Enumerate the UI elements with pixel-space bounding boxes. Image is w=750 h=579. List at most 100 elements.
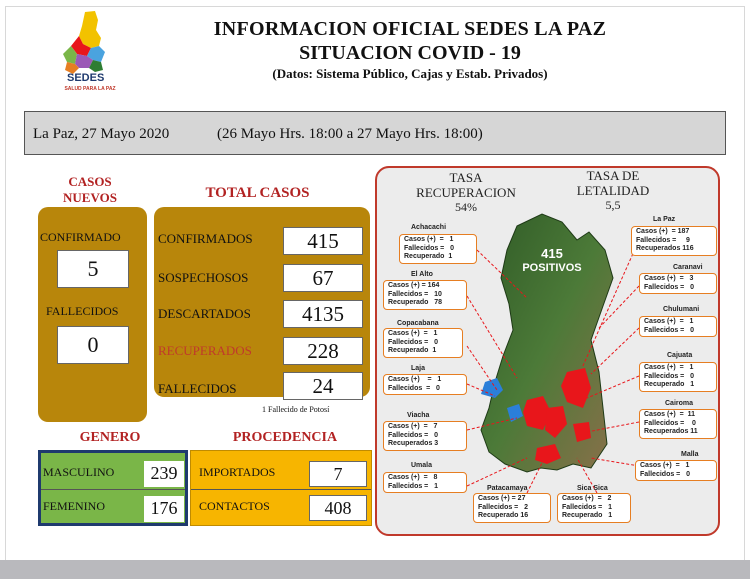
procedencia-panel: IMPORTADOS 7 CONTACTOS 408 — [190, 450, 372, 526]
region-sicasica-name: Sica Sica — [577, 485, 608, 492]
descartados-label: DESCARTADOS — [158, 306, 251, 321]
fallecidos-nuevos-value: 0 — [57, 326, 129, 364]
region-line: Recuperado 1 — [388, 347, 437, 354]
confirmados-label: CONFIRMADOS — [158, 231, 253, 246]
sospechosos-label: SOSPECHOSOS — [158, 270, 249, 285]
procedencia-divider — [191, 489, 371, 490]
region-line: Recuperados 11 — [644, 428, 698, 435]
confirmado-value: 5 — [57, 250, 129, 288]
region-line: Casos (+) = 8 — [388, 474, 438, 481]
bottom-band — [0, 560, 750, 579]
region-line: Recuperado 78 — [388, 299, 443, 306]
casos-nuevos-title-line2: NUEVOS — [63, 190, 117, 205]
importados-value: 7 — [309, 461, 367, 487]
region-line: Recuperados 116 — [636, 245, 694, 252]
region-line: Recuperado 1 — [644, 381, 695, 388]
logo-subtext: SALUD PARA LA PAZ — [64, 86, 116, 92]
confirmado-label: CONFIRMADO — [40, 230, 121, 244]
region-achacachi-name: Achacachi — [411, 224, 447, 231]
region-line: Casos (+) = 1 — [404, 236, 454, 243]
region-laja-name: Laja — [411, 365, 426, 372]
region-cajuata-box: Casos (+) = 1 Fallecidos = 0 Recuperado … — [639, 362, 717, 392]
importados-label: IMPORTADOS — [199, 465, 276, 479]
region-caranavi-box: Casos (+) = 3 Fallecidos = 0 — [639, 273, 717, 294]
region-umala-box: Casos (+) = 8 Fallecidos = 1 — [383, 472, 467, 493]
femenino-label: FEMENINO — [43, 499, 105, 513]
report-date: La Paz, 27 Mayo 2020 — [33, 126, 170, 142]
region-viacha-box: Casos (+) = 7 Fallecidos = 0 Recuperados… — [383, 421, 467, 451]
map-panel: TASA RECUPERACION 54% TASA DE LETALIDAD … — [375, 166, 720, 536]
casos-nuevos-title: CASOS NUEVOS — [50, 174, 130, 206]
region-line: Fallecidos = 0 — [404, 244, 454, 252]
report-range: (26 Mayo Hrs. 18:00 a 27 Mayo Hrs. 18:00… — [217, 126, 483, 142]
region-line: Casos (+) = 1 — [388, 330, 438, 337]
data-source-note: (Datos: Sistema Público, Cajas y Estab. … — [272, 66, 548, 81]
region-line: Recuperado 16 — [478, 512, 529, 519]
region-laja-box: Casos (+) = 1 Fallecidos = 0 — [383, 374, 467, 395]
femenino-value: 176 — [144, 496, 184, 522]
positivos-label: POSITIVOS — [522, 262, 582, 274]
region-line: Fallecidos = 9 — [636, 236, 690, 244]
region-line: Casos (+) = 1 — [388, 376, 442, 383]
region-line: Casos (+) = 7 — [388, 423, 438, 430]
region-line: Fallecidos = 1 — [562, 503, 612, 511]
casos-nuevos-title-line1: CASOS — [68, 174, 112, 189]
masculino-label: MASCULINO — [43, 465, 115, 479]
region-malla-box: Casos (+) = 1 Fallecidos = 0 — [635, 460, 717, 481]
total-casos-title: TOTAL CASOS — [205, 185, 310, 201]
confirmados-value: 415 — [283, 227, 363, 255]
region-patacamaya-name: Patacamaya — [487, 485, 528, 492]
genero-divider — [41, 489, 185, 490]
region-line: Fallecidos = 0 — [640, 470, 690, 478]
fallecidos-label: FALLECIDOS — [158, 381, 237, 396]
region-cajuata-name: Cajuata — [667, 352, 693, 359]
region-line: Fallecidos = 1 — [388, 482, 438, 490]
region-line: Fallecidos = 0 — [644, 372, 694, 380]
region-line: Fallecidos = 0 — [388, 431, 438, 439]
region-chulumani-box: Casos (+) = 1 Fallecidos = 0 — [639, 316, 717, 337]
procedencia-title: PROCEDENCIA — [232, 430, 338, 445]
masculino-value: 239 — [144, 461, 184, 487]
region-line: Fallecidos = 0 — [388, 338, 438, 346]
region-malla-name: Malla — [681, 451, 699, 458]
region-line: Fallecidos = 2 — [478, 503, 528, 511]
region-cairoma-name: Cairoma — [665, 400, 694, 407]
region-line: Casos (+) = 164 — [388, 282, 440, 289]
region-copacabana-name: Copacabana — [397, 320, 439, 327]
region-line: Casos (+) = 1 — [640, 462, 690, 469]
region-lapaz-box: Casos (+) = 187 Fallecidos = 9 Recuperad… — [631, 226, 717, 256]
region-chulumani-name: Chulumani — [663, 306, 700, 313]
sospechosos-value: 67 — [283, 264, 363, 292]
date-bar: La Paz, 27 Mayo 2020 (26 Mayo Hrs. 18:00… — [24, 111, 726, 155]
region-line: Casos (+) = 187 — [636, 228, 690, 235]
region-viacha-name: Viacha — [407, 412, 430, 419]
region-line: Casos (+) = 1 — [644, 318, 694, 325]
fallecido-note: 1 Fallecido de Potosí — [262, 405, 330, 414]
region-line: Casos (+) = 2 — [562, 495, 612, 502]
region-line: Fallecidos = 0 — [644, 419, 696, 427]
region-patacamaya-box: Casos (+) = 27 Fallecidos = 2 Recuperado… — [473, 493, 551, 523]
genero-title: GENERO — [79, 430, 141, 445]
region-line: Casos (+) = 27 — [478, 495, 526, 502]
region-elalto-box: Casos (+) = 164 Fallecidos = 10 Recupera… — [383, 280, 467, 310]
sedes-logo: SEDES SALUD PARA LA PAZ — [55, 8, 125, 100]
page-subtitle: SITUACION COVID - 19 — [299, 42, 521, 64]
region-cairoma-box: Casos (+) = 11 Fallecidos = 0 Recuperado… — [639, 409, 717, 439]
region-line: Fallecidos = 0 — [644, 326, 694, 334]
region-sicasica-box: Casos (+) = 2 Fallecidos = 1 Recuperado … — [557, 493, 631, 523]
contactos-label: CONTACTOS — [199, 499, 270, 513]
region-line: Recuperado 1 — [562, 512, 613, 519]
region-caranavi-name: Caranavi — [673, 264, 703, 271]
recuperados-value: 228 — [283, 337, 363, 365]
region-line: Recuperados 3 — [388, 440, 439, 447]
region-achacachi-box: Casos (+) = 1 Fallecidos = 0 Recuperado … — [399, 234, 477, 264]
fallecidos-value: 24 — [283, 372, 363, 400]
region-elalto-name: El Alto — [411, 271, 433, 278]
region-line: Casos (+) = 11 — [644, 411, 695, 418]
logo-text: SEDES — [67, 72, 105, 84]
region-line: Recuperado 1 — [404, 253, 453, 260]
region-line: Casos (+) = 3 — [644, 275, 694, 282]
region-line: Fallecidos = 0 — [644, 283, 694, 291]
region-lapaz-name: La Paz — [653, 216, 676, 223]
region-umala-name: Umala — [411, 462, 433, 469]
